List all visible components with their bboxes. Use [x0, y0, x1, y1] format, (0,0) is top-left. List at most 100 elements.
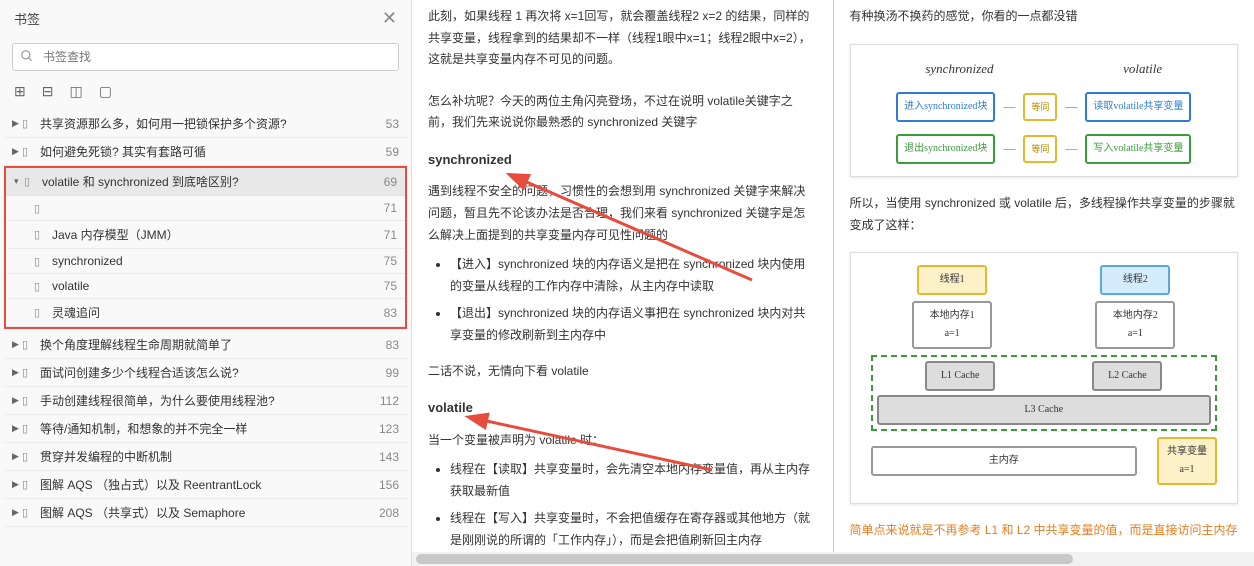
- bookmark-item[interactable]: ▶▯等待/通知机制，和想象的并不完全一样123: [4, 415, 407, 443]
- diagram-box: 等同: [1023, 93, 1057, 121]
- chevron-right-icon: ▶: [12, 395, 22, 406]
- memory-diagram: 线程1 线程2 本地内存1 a=1 本地内存2 a=1 L1 Cache L2 …: [850, 252, 1239, 504]
- bookmark-item-selected[interactable]: ▾ ▯ volatile 和 synchronized 到底啥区别? 69: [6, 168, 405, 196]
- sidebar-title: 书签: [14, 9, 40, 28]
- body-text: 当一个变量被声明为 volatile 时：: [428, 430, 817, 452]
- bookmark-item[interactable]: ▶▯换个角度理解线程生命周期就简单了83: [4, 331, 407, 359]
- close-icon[interactable]: ✕: [382, 8, 397, 29]
- body-text: 遇到线程不安全的问题，习惯性的会想到用 synchronized 关键字来解决问…: [428, 181, 817, 246]
- bookmark-subitem[interactable]: ▯ 灵魂追问 83: [6, 299, 405, 327]
- document-viewer: 此刻，如果线程 1 再次将 x=1回写，就会覆盖线程2 x=2 的结果，同样的共…: [412, 0, 1254, 566]
- bookmark-subitem[interactable]: ▯ synchronized 75: [6, 249, 405, 274]
- bookmark-glyph-icon: ▯: [22, 394, 36, 407]
- body-text: 此刻，如果线程 1 再次将 x=1回写，就会覆盖线程2 x=2 的结果，同样的共…: [428, 6, 817, 71]
- chevron-right-icon: ▶: [12, 146, 22, 157]
- bookmark-tree: ▶ ▯ 共享资源那么多，如何用一把锁保护多个资源? 53 ▶ ▯ 如何避免死锁?…: [0, 110, 411, 566]
- bookmark-item[interactable]: ▶ ▯ 如何避免死锁? 其实有套路可循 59: [4, 138, 407, 166]
- bookmark-glyph-icon: ▯: [34, 202, 48, 215]
- chevron-right-icon: ▶: [12, 339, 22, 350]
- list-item: 【退出】synchronized 块的内存语义事把在 synchronized …: [450, 303, 817, 346]
- bookmark-subitem[interactable]: ▯ 71: [6, 196, 405, 221]
- diagram-box: 等同: [1023, 135, 1057, 163]
- bookmark-item[interactable]: ▶▯面试问创建多少个线程合适该怎么说?99: [4, 359, 407, 387]
- bookmark-glyph-icon: ▯: [22, 366, 36, 379]
- chevron-right-icon: ▶: [12, 118, 22, 129]
- page-number: 83: [378, 306, 397, 320]
- diagram-box: 退出synchronized块: [896, 134, 995, 164]
- bookmark-item[interactable]: ▶▯图解 AQS （独占式）以及 ReentrantLock156: [4, 471, 407, 499]
- horizontal-scrollbar[interactable]: [412, 552, 1254, 566]
- page-number: 83: [380, 338, 399, 352]
- bookmark-glyph-icon: ▯: [34, 280, 48, 293]
- bookmark-glyph-icon: ▯: [22, 117, 36, 130]
- bookmark-glyph-icon: ▯: [34, 228, 48, 241]
- page-number: 143: [373, 450, 399, 464]
- sidebar-toolbar: ⊞ ⊟ ◫ ▢: [0, 77, 411, 110]
- page-left[interactable]: 此刻，如果线程 1 再次将 x=1回写，就会覆盖线程2 x=2 的结果，同样的共…: [412, 0, 834, 566]
- diagram-label: synchronized: [925, 57, 993, 80]
- body-text: 有种换汤不换药的感觉，你看的一点都没错: [850, 6, 1239, 28]
- chevron-right-icon: ▶: [12, 451, 22, 462]
- diagram-box: 线程1: [917, 265, 987, 295]
- page-number: 208: [373, 506, 399, 520]
- diagram-box: 本地内存1 a=1: [912, 301, 992, 349]
- bookmark-glyph-icon: ▯: [34, 306, 48, 319]
- heading-volatile: volatile: [428, 396, 817, 419]
- collapse-all-icon[interactable]: ⊟: [42, 83, 54, 100]
- list-item: 【进入】synchronized 块的内存语义是把在 synchronized …: [450, 254, 817, 297]
- chevron-right-icon: ▶: [12, 367, 22, 378]
- heading-synchronized: synchronized: [428, 148, 817, 171]
- diagram-label: volatile: [1123, 57, 1162, 80]
- page-number: 53: [380, 117, 399, 131]
- list-item: 线程在【写入】共享变量时，不会把值缓存在寄存器或其他地方（就是刚刚说的所谓的「工…: [450, 508, 817, 551]
- diagram-box: 本地内存2 a=1: [1095, 301, 1175, 349]
- page-number: 75: [378, 254, 397, 268]
- summary-text: 简单点来说就是不再参考 L1 和 L2 中共享变量的值，而是直接访问主内存: [850, 520, 1239, 542]
- page-number: 123: [373, 422, 399, 436]
- page-number: 71: [378, 228, 397, 242]
- bookmark-glyph-icon: ▯: [22, 338, 36, 351]
- bookmark-glyph-icon: ▯: [22, 478, 36, 491]
- bookmark-subitem[interactable]: ▯ Java 内存模型（JMM） 71: [6, 221, 405, 249]
- body-text: 二话不说，无情向下看 volatile: [428, 361, 817, 383]
- page-number: 112: [374, 394, 399, 408]
- bookmark-item[interactable]: ▶▯图解 AQS （共享式）以及 Semaphore208: [4, 499, 407, 527]
- search-input[interactable]: [12, 43, 399, 71]
- diagram-box: L1 Cache: [925, 361, 995, 391]
- diagram-box: 读取volatile共享变量: [1085, 92, 1191, 122]
- chevron-right-icon: ▶: [12, 423, 22, 434]
- bookmark-glyph-icon: ▯: [22, 145, 36, 158]
- page-number: 59: [380, 145, 399, 159]
- diagram-box: 写入volatile共享变量: [1085, 134, 1191, 164]
- chevron-right-icon: ▶: [12, 507, 22, 518]
- bookmark-outline-icon[interactable]: ▢: [99, 83, 112, 100]
- diagram-box: L2 Cache: [1092, 361, 1162, 391]
- bookmark-icon[interactable]: ◫: [69, 83, 82, 100]
- diagram-box: 线程2: [1100, 265, 1170, 295]
- bookmark-glyph-icon: ▯: [22, 450, 36, 463]
- bookmark-subitem[interactable]: ▯ volatile 75: [6, 274, 405, 299]
- list-item: 线程在【读取】共享变量时，会先清空本地内存变量值，再从主内存获取最新值: [450, 459, 817, 502]
- body-text: 怎么补坑呢？今天的两位主角闪亮登场，不过在说明 volatile关键字之前，我们…: [428, 91, 817, 134]
- diagram-box: 共享变量 a=1: [1157, 437, 1217, 485]
- chevron-right-icon: ▶: [12, 479, 22, 490]
- expand-all-icon[interactable]: ⊞: [14, 83, 26, 100]
- body-text: 所以，当使用 synchronized 或 volatile 后，多线程操作共享…: [850, 193, 1239, 236]
- bookmark-sidebar: 书签 ✕ ⊞ ⊟ ◫ ▢ ▶ ▯ 共享资源那么多，如何用一把锁保护多个资源? 5…: [0, 0, 412, 566]
- bookmark-item[interactable]: ▶▯手动创建线程很简单，为什么要使用线程池?112: [4, 387, 407, 415]
- scrollbar-thumb[interactable]: [416, 554, 1073, 564]
- bookmark-item[interactable]: ▶▯贯穿并发编程的中断机制143: [4, 443, 407, 471]
- page-number: 75: [378, 279, 397, 293]
- page-number: 71: [378, 201, 397, 215]
- page-right[interactable]: 有种换汤不换药的感觉，你看的一点都没错 synchronized volatil…: [834, 0, 1254, 566]
- bookmark-item[interactable]: ▶ ▯ 共享资源那么多，如何用一把锁保护多个资源? 53: [4, 110, 407, 138]
- page-number: 156: [373, 478, 399, 492]
- bookmark-glyph-icon: ▯: [24, 175, 38, 188]
- search-icon: [20, 49, 34, 66]
- diagram-box: 主内存: [871, 446, 1138, 476]
- page-number: 99: [380, 366, 399, 380]
- bookmark-glyph-icon: ▯: [22, 506, 36, 519]
- chevron-down-icon: ▾: [14, 176, 24, 187]
- highlighted-section: ▾ ▯ volatile 和 synchronized 到底啥区别? 69 ▯ …: [4, 166, 407, 329]
- diagram-box: 进入synchronized块: [896, 92, 995, 122]
